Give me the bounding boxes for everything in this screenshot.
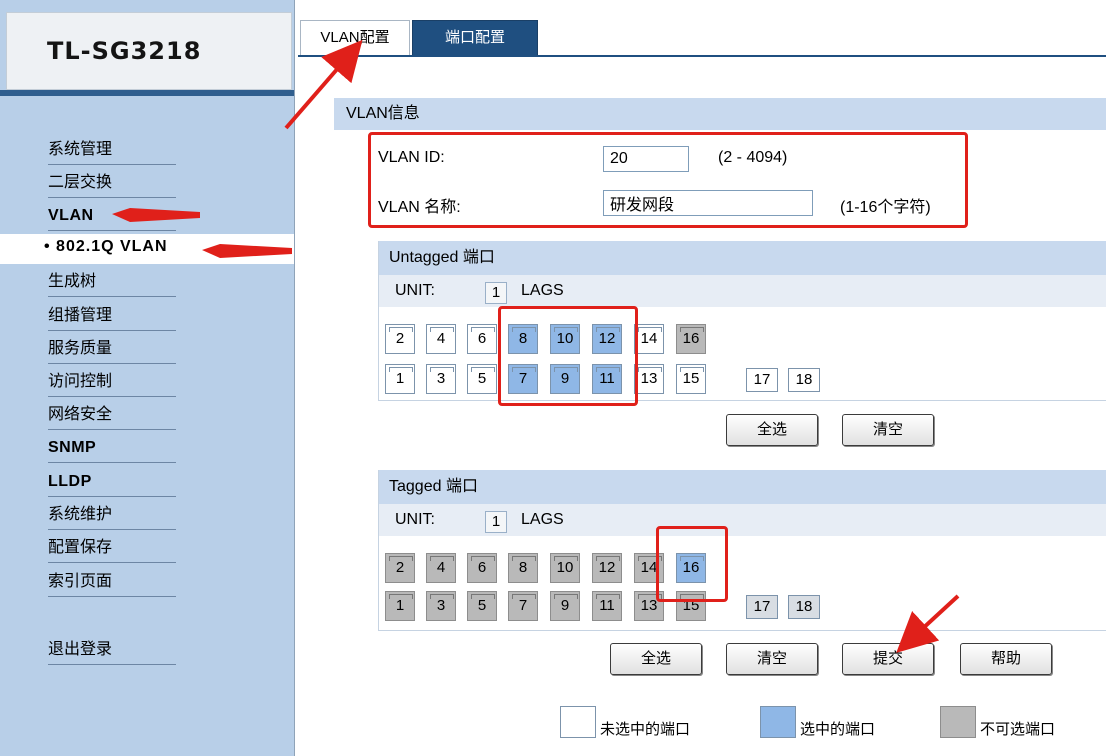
tagged-port-3[interactable]: 3 (426, 591, 456, 621)
untagged-port-14[interactable]: 14 (634, 324, 664, 354)
legend-unavailable-port-icon (940, 706, 976, 738)
untagged-ports-panel: Untagged 端口 UNIT: 1 LAGS 2 4 6 8 10 12 14 16 1 3 5… (378, 241, 1106, 401)
sidebar-item-access-control[interactable]: 访问控制 (48, 368, 176, 397)
untagged-port-18[interactable]: 18 (788, 368, 820, 392)
sidebar-item-802-1q-vlan[interactable]: • 802.1Q VLAN (0, 234, 294, 264)
tagged-port-11[interactable]: 11 (592, 591, 622, 621)
untagged-unit-label: UNIT: (395, 282, 435, 299)
tagged-lags-link[interactable]: LAGS (521, 504, 564, 536)
tagged-port-4[interactable]: 4 (426, 553, 456, 583)
untagged-unit-selector[interactable]: 1 (485, 282, 507, 304)
legend-unavailable-text: 不可选端口 (980, 721, 1056, 738)
untagged-ports-title: Untagged 端口 (379, 241, 1106, 275)
sidebar-item-network-security[interactable]: 网络安全 (48, 401, 176, 430)
sidebar-item-multicast[interactable]: 组播管理 (48, 302, 176, 331)
untagged-port-1[interactable]: 1 (385, 364, 415, 394)
tagged-port-10[interactable]: 10 (550, 553, 580, 583)
annotation-box-untagged-ports (498, 306, 638, 406)
untagged-port-4[interactable]: 4 (426, 324, 456, 354)
tagged-unit-row: UNIT: 1 LAGS (379, 504, 1106, 536)
sidebar: TL-SG3218 系统管理 二层交换 VLAN • 802.1Q VLAN 生… (0, 0, 295, 756)
untagged-unit-row: UNIT: 1 LAGS (379, 275, 1106, 307)
sidebar-item-lldp[interactable]: LLDP (48, 468, 176, 497)
submit-button[interactable]: 提交 (842, 643, 934, 675)
tagged-port-8[interactable]: 8 (508, 553, 538, 583)
tagged-unit-label: UNIT: (395, 511, 435, 528)
sidebar-item-qos[interactable]: 服务质量 (48, 335, 176, 364)
tagged-port-5[interactable]: 5 (467, 591, 497, 621)
legend-selected-port-icon (760, 706, 796, 738)
untagged-port-6[interactable]: 6 (467, 324, 497, 354)
untagged-port-13[interactable]: 13 (634, 364, 664, 394)
sidebar-item-802-1q-vlan-label: • 802.1Q VLAN (44, 238, 168, 255)
untagged-port-2[interactable]: 2 (385, 324, 415, 354)
legend-selected-text: 选中的端口 (800, 721, 876, 738)
untagged-port-3[interactable]: 3 (426, 364, 456, 394)
vlan-info-header: VLAN信息 (334, 98, 1106, 130)
annotation-box-tagged-port-16 (656, 526, 728, 602)
sidebar-item-index-page[interactable]: 索引页面 (48, 568, 176, 597)
device-title-box: TL-SG3218 (6, 12, 292, 90)
untagged-select-all-button[interactable]: 全选 (726, 414, 818, 446)
untagged-port-17[interactable]: 17 (746, 368, 778, 392)
untagged-lags-link[interactable]: LAGS (521, 275, 564, 307)
tagged-port-12[interactable]: 12 (592, 553, 622, 583)
untagged-port-16[interactable]: 16 (676, 324, 706, 354)
tagged-ports-title: Tagged 端口 (379, 470, 1106, 504)
legend-unselected-port-icon (560, 706, 596, 738)
tagged-port-6[interactable]: 6 (467, 553, 497, 583)
tagged-ports-panel: Tagged 端口 UNIT: 1 LAGS 2 4 6 8 10 12 14 16 1 3 5 7 9… (378, 470, 1106, 631)
tagged-port-18[interactable]: 18 (788, 595, 820, 619)
device-title: TL-SG3218 (47, 37, 202, 65)
sidebar-item-snmp[interactable]: SNMP (48, 434, 176, 463)
tagged-port-7[interactable]: 7 (508, 591, 538, 621)
sidebar-item-vlan[interactable]: VLAN (48, 202, 176, 231)
tab-underline (298, 55, 1106, 57)
tagged-port-1[interactable]: 1 (385, 591, 415, 621)
sidebar-item-save-config[interactable]: 配置保存 (48, 534, 176, 563)
untagged-port-5[interactable]: 5 (467, 364, 497, 394)
untagged-clear-button[interactable]: 清空 (842, 414, 934, 446)
sidebar-item-logout[interactable]: 退出登录 (48, 636, 176, 665)
tagged-port-17[interactable]: 17 (746, 595, 778, 619)
help-button[interactable]: 帮助 (960, 643, 1052, 675)
tagged-port-2[interactable]: 2 (385, 553, 415, 583)
tagged-port-9[interactable]: 9 (550, 591, 580, 621)
sidebar-item-layer2-switching[interactable]: 二层交换 (48, 169, 176, 198)
legend-unselected-text: 未选中的端口 (600, 721, 691, 738)
tagged-select-all-button[interactable]: 全选 (610, 643, 702, 675)
sidebar-divider (0, 90, 294, 96)
tab-port-config[interactable]: 端口配置 (412, 20, 538, 56)
sidebar-item-spanning-tree[interactable]: 生成树 (48, 268, 176, 297)
tagged-clear-button[interactable]: 清空 (726, 643, 818, 675)
tagged-unit-selector[interactable]: 1 (485, 511, 507, 533)
tab-vlan-config[interactable]: VLAN配置 (300, 20, 410, 56)
annotation-box-vlan-info (368, 132, 968, 228)
sidebar-item-system-maintenance[interactable]: 系统维护 (48, 501, 176, 530)
untagged-port-15[interactable]: 15 (676, 364, 706, 394)
sidebar-item-system-management[interactable]: 系统管理 (48, 136, 176, 165)
